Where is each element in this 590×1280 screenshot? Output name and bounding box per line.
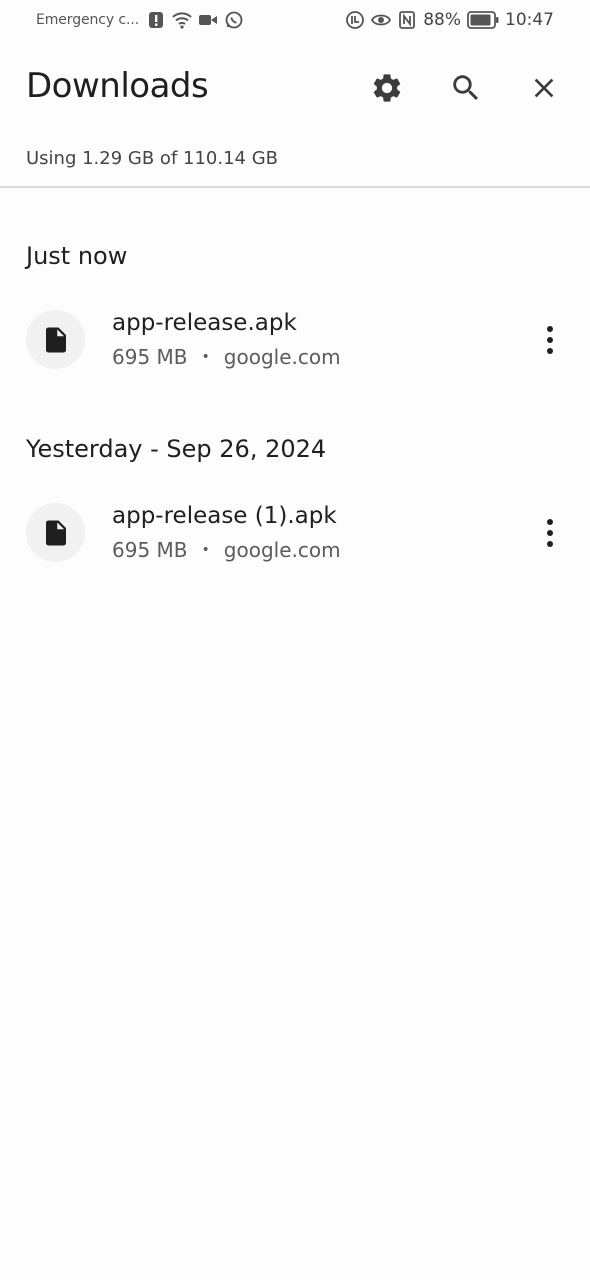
file-meta: 695 MB • google.com — [112, 345, 341, 369]
battery-icon — [467, 11, 499, 29]
carrier-label: Emergency c... — [36, 12, 140, 28]
more-vert-icon — [547, 519, 553, 547]
download-item[interactable]: app-release (1).apk 695 MB • google.com — [0, 493, 590, 573]
divider — [0, 186, 590, 188]
file-source: google.com — [223, 345, 341, 369]
status-icons-left — [146, 10, 244, 30]
wifi-icon — [172, 12, 192, 29]
more-options-button[interactable] — [530, 513, 570, 553]
file-name: app-release (1).apk — [112, 503, 337, 529]
settings-button[interactable] — [367, 68, 407, 108]
whatsapp-icon — [225, 11, 243, 29]
search-button[interactable] — [446, 68, 486, 108]
video-icon — [199, 15, 217, 25]
file-size: 695 MB — [112, 345, 188, 369]
close-button[interactable] — [524, 68, 564, 108]
nfc-icon — [399, 11, 416, 29]
file-source: google.com — [223, 538, 341, 562]
close-icon — [534, 78, 554, 98]
nfc-speed-icon — [346, 11, 365, 29]
search-icon — [453, 75, 479, 101]
status-icons-right: 88% 10:47 — [345, 9, 554, 31]
file-name: app-release.apk — [112, 310, 297, 336]
more-options-button[interactable] — [530, 320, 570, 360]
file-icon — [45, 327, 66, 352]
clock: 10:47 — [505, 10, 554, 30]
gear-icon — [373, 74, 401, 102]
file-icon — [45, 520, 66, 545]
battery-percent: 88% — [423, 10, 461, 30]
more-vert-icon — [547, 326, 553, 354]
meta-separator: • — [201, 542, 210, 558]
status-bar: Emergency c... 88% 10:47 — [0, 0, 590, 42]
alert-icon — [149, 12, 163, 28]
storage-usage: Using 1.29 GB of 110.14 GB — [26, 148, 278, 169]
file-meta: 695 MB • google.com — [112, 538, 341, 562]
app-bar: Downloads — [0, 56, 590, 120]
eye-icon — [371, 14, 392, 26]
download-item[interactable]: app-release.apk 695 MB • google.com — [0, 300, 590, 380]
file-icon-container — [26, 310, 85, 369]
meta-separator: • — [201, 349, 210, 365]
section-header-yesterday: Yesterday - Sep 26, 2024 — [26, 435, 327, 463]
section-header-just-now: Just now — [26, 242, 128, 270]
page-title: Downloads — [26, 66, 209, 106]
file-icon-container — [26, 503, 85, 562]
file-size: 695 MB — [112, 538, 188, 562]
